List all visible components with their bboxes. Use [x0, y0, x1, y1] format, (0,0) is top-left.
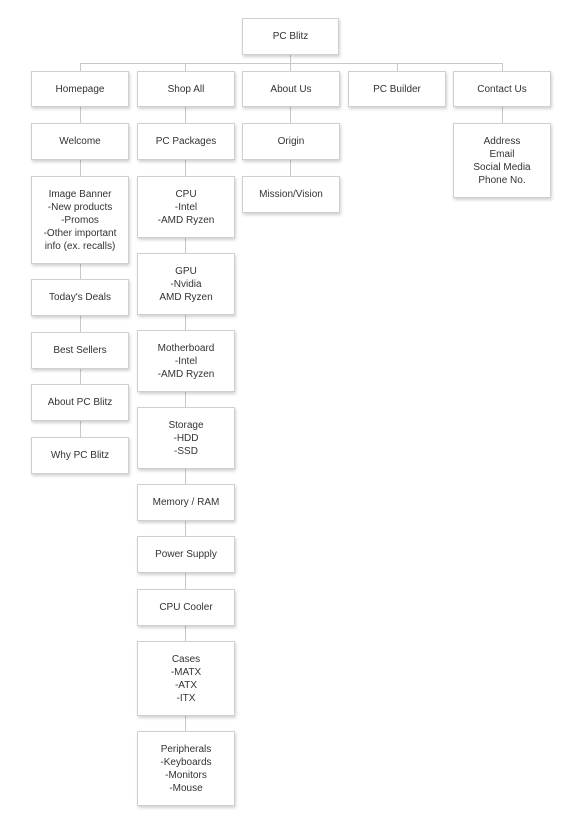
shop-item-cpu-cooler: CPU Cooler — [137, 589, 235, 626]
root-node: PC Blitz — [242, 18, 339, 55]
builder-header: PC Builder — [348, 71, 446, 107]
homepage-item-best-sellers: Best Sellers — [31, 332, 129, 369]
homepage-item-image-banner: Image Banner -New products -Promos -Othe… — [31, 176, 129, 264]
shop-item-pc-packages: PC Packages — [137, 123, 235, 160]
homepage-header: Homepage — [31, 71, 129, 107]
contact-item-details: Address Email Social Media Phone No. — [453, 123, 551, 198]
about-item-origin: Origin — [242, 123, 340, 160]
homepage-item-about-pc-blitz: About PC Blitz — [31, 384, 129, 421]
about-item-mission-vision: Mission/Vision — [242, 176, 340, 213]
shop-item-cpu: CPU -Intel -AMD Ryzen — [137, 176, 235, 238]
shop-item-peripherals: Peripherals -Keyboards -Monitors -Mouse — [137, 731, 235, 806]
shop-header: Shop All — [137, 71, 235, 107]
homepage-item-why-pc-blitz: Why PC Blitz — [31, 437, 129, 474]
shop-item-storage: Storage -HDD -SSD — [137, 407, 235, 469]
about-header: About Us — [242, 71, 340, 107]
homepage-item-welcome: Welcome — [31, 123, 129, 160]
shop-item-power-supply: Power Supply — [137, 536, 235, 573]
shop-item-cases: Cases -MATX -ATX -ITX — [137, 641, 235, 716]
shop-item-memory-ram: Memory / RAM — [137, 484, 235, 521]
contact-header: Contact Us — [453, 71, 551, 107]
shop-item-gpu: GPU -Nvidia AMD Ryzen — [137, 253, 235, 315]
homepage-item-todays-deals: Today's Deals — [31, 279, 129, 316]
shop-item-motherboard: Motherboard -Intel -AMD Ryzen — [137, 330, 235, 392]
